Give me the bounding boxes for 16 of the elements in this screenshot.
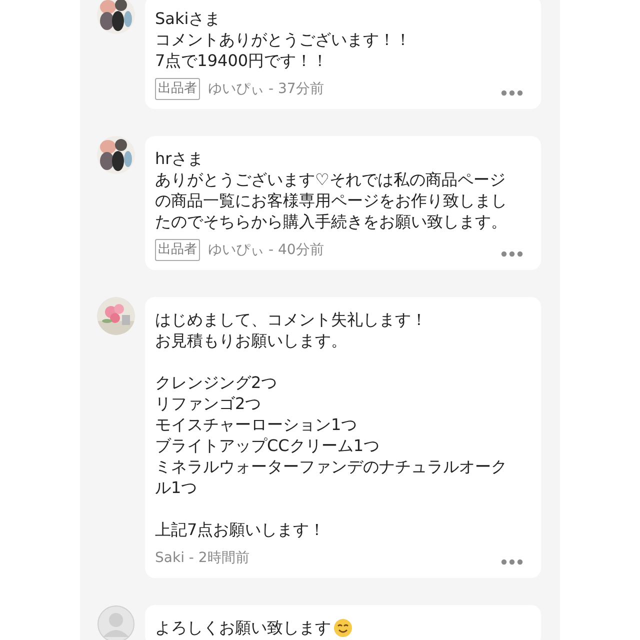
seller-label: 出品者 <box>155 78 200 100</box>
avatar-icon <box>97 605 135 640</box>
author-time: Saki - 2時間前 <box>155 549 250 567</box>
comment-text: 上記7点お願いします！ <box>155 519 326 540</box>
seller-label: 出品者 <box>155 239 200 261</box>
more-icon[interactable] <box>501 90 523 96</box>
comment-text: クレンジング2つ リファンゴ2つ モイスチャーローション1つ ブライトアップCCクリーム1つ ミネラルウォーターファンデのナチュラルオーク ル1つ <box>155 372 508 498</box>
comment-text: はじめまして、コメント失礼します！ お見積もりお願いします。 <box>155 309 428 351</box>
comment-text: Sakiさま コメントありがとうございます！！ 7点で19400円です！！ <box>155 8 412 71</box>
author-time: ゆいぴぃ - 40分前 <box>208 241 324 259</box>
more-icon[interactable] <box>501 251 523 257</box>
author-time: ゆいぴぃ - 37分前 <box>208 80 324 98</box>
more-icon[interactable] <box>501 559 523 565</box>
comment-text: hrさま ありがとうございます♡それでは私の商品ページ の商品一覧にお客様専用ページをお作り致しまし たのでそちらから購入手続きをお願い致します。 <box>155 148 508 232</box>
smiling-face-icon <box>333 618 353 638</box>
comment-text: よろしくお願い致します <box>155 617 331 638</box>
